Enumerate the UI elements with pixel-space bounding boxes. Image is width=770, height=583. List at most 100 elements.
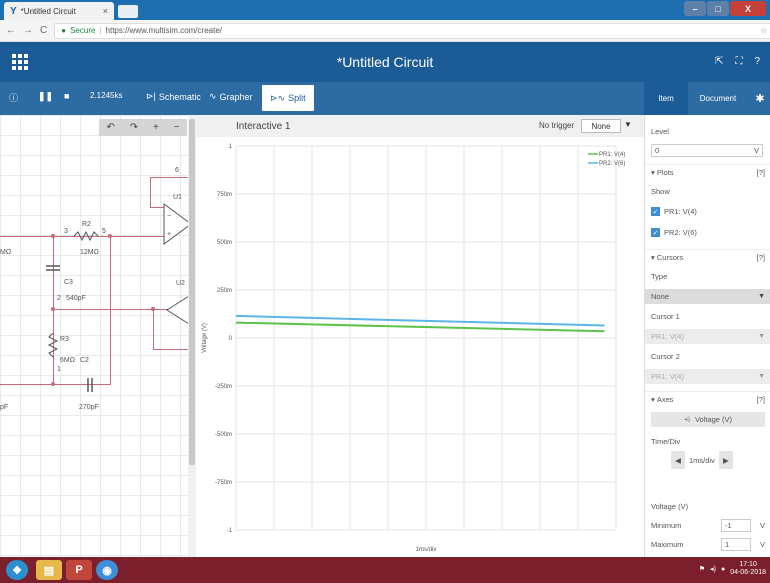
maximize-button[interactable]: □ <box>707 1 729 16</box>
reload-icon[interactable]: C <box>40 25 47 36</box>
split-icon: ⊳∿ <box>270 92 286 103</box>
axes-help[interactable]: [?] <box>757 395 765 404</box>
timediv-increase-button[interactable]: ▶ <box>718 451 733 469</box>
fullscreen-icon[interactable]: ⛶ <box>735 56 742 67</box>
capacitor-c3-symbol[interactable] <box>46 263 60 273</box>
schematic-tab-label: Schematic <box>158 91 201 102</box>
new-tab-button[interactable] <box>118 5 138 18</box>
plot1-checkbox[interactable]: ✓ PR1: V(4) <box>651 207 697 216</box>
circuit-title: *Untitled Circuit <box>336 54 434 70</box>
cursor1-label: Cursor 1 <box>651 312 680 321</box>
tab-item[interactable]: Item <box>644 82 688 115</box>
node-2-label: 2 <box>57 295 61 302</box>
schematic-tools: ↶ ↷ + − <box>99 119 187 136</box>
checkbox-checked-icon: ✓ <box>651 228 660 237</box>
help-icon[interactable]: ? <box>754 56 760 67</box>
axes-section[interactable]: ▾ Axes [?] <box>645 391 770 407</box>
schematic-icon: ⊳| <box>146 91 156 101</box>
timediv-decrease-button[interactable]: ◀ <box>671 451 685 469</box>
zoom-in-icon[interactable]: + <box>153 122 159 133</box>
window-controls: – □ X <box>684 1 766 16</box>
bookmark-star-icon[interactable]: ☆ <box>760 26 767 35</box>
y-axis-label: Voltage (V) <box>202 323 208 353</box>
chrome-icon[interactable]: ◉ <box>96 560 118 580</box>
resistor-r3-symbol[interactable] <box>47 333 59 359</box>
maximum-input[interactable]: 1 <box>721 538 751 551</box>
schematic-canvas[interactable]: ↶ ↷ + − − + 6 U1 U2 R2 3 5 12MΩ C3 2 540… <box>0 115 196 557</box>
schematic-tab[interactable]: ⊳| Schematic <box>146 91 201 102</box>
node-3-label: 3 <box>64 228 68 235</box>
cursors-help[interactable]: [?] <box>757 253 765 262</box>
cursor2-select[interactable]: PR1: V(4) ▼ <box>645 369 770 384</box>
edge-pf-label: pF <box>0 404 9 411</box>
minimum-row: Minimum -1 V <box>651 519 765 532</box>
plots-section[interactable]: ▾ Plots [?] <box>645 164 770 180</box>
cursor2-value: PR1: V(4) <box>651 372 684 381</box>
powerpoint-icon[interactable]: P <box>66 560 92 580</box>
edge-mq-label: MΩ <box>0 249 12 256</box>
capacitor-c2-symbol[interactable] <box>85 378 95 392</box>
grapher-tab[interactable]: ∿ Grapher <box>209 91 253 102</box>
clock[interactable]: 17:10 04-06-2018 <box>730 561 766 577</box>
plot2-checkbox[interactable]: ✓ PR2: V(6) <box>651 228 697 237</box>
node-1-label: 1 <box>57 366 61 373</box>
legend-label-1: PR1: V(4) <box>599 152 625 158</box>
tab-document[interactable]: Document <box>688 82 748 115</box>
stop-icon[interactable]: ■ <box>64 91 69 101</box>
cursor1-value: PR1: V(4) <box>651 332 684 341</box>
schematic-scrollbar[interactable] <box>188 115 196 557</box>
window-close-button[interactable]: X <box>730 1 766 16</box>
r2-label: R2 <box>82 221 91 228</box>
y-tick-label: -500m <box>215 432 232 438</box>
cursor-type-select[interactable]: None ▼ <box>645 289 770 304</box>
pause-icon[interactable]: ❚❚ <box>38 91 53 102</box>
chevron-down-icon: ▼ <box>758 333 765 340</box>
opamp-u2-symbol[interactable] <box>166 295 190 325</box>
start-button-icon[interactable]: ❖ <box>6 560 28 580</box>
svg-text:+: + <box>167 231 171 238</box>
scrollbar-thumb[interactable] <box>189 119 195 465</box>
node-6-label: 6 <box>175 167 179 174</box>
plot-area[interactable]: 1 750m 500m 250m 0 -250m -500m -750m -1 Voltage (… <box>196 115 644 557</box>
plots-label: Plots <box>656 168 674 177</box>
browser-tab[interactable]: Y *Untitled Circuit × <box>4 2 114 20</box>
r2-value: 12MΩ <box>80 249 99 256</box>
voltage-axis-button[interactable]: ⩤ Voltage (V) <box>651 412 765 427</box>
undo-icon[interactable]: ↶ <box>106 122 114 133</box>
network-icon[interactable]: ⚑ <box>699 565 705 573</box>
y-tick-label: 750m <box>217 192 232 198</box>
level-value: 0 <box>655 146 660 155</box>
minimize-button[interactable]: – <box>684 1 706 16</box>
timediv-label: Time/Div <box>651 437 681 446</box>
info-icon[interactable]: ⓘ <box>9 91 18 104</box>
plots-help[interactable]: [?] <box>757 168 765 177</box>
back-arrow-icon[interactable]: ← <box>6 25 16 36</box>
split-tab[interactable]: ⊳∿ Split <box>262 85 314 111</box>
clock-date: 04-06-2018 <box>730 569 766 576</box>
chevron-down-icon: ▼ <box>758 373 765 380</box>
graph-panel: Interactive 1 No trigger None ▼ 1 750m 500… <box>196 115 644 557</box>
zoom-out-icon[interactable]: − <box>174 122 180 133</box>
url-field[interactable]: ● Secure | https://www.multisim.com/crea… <box>54 22 770 39</box>
svg-text:−: − <box>167 213 171 220</box>
volume-icon[interactable]: ◂) <box>710 565 716 573</box>
cursors-section[interactable]: ▾ Cursors [?] <box>645 249 770 265</box>
forward-arrow-icon[interactable]: → <box>23 25 33 36</box>
url-text: https://www.multisim.com/create/ <box>105 26 222 35</box>
redo-icon[interactable]: ↷ <box>130 122 138 133</box>
checkbox-checked-icon: ✓ <box>651 207 660 216</box>
notification-icon[interactable]: ● <box>721 566 725 573</box>
axes-label: Axes <box>656 395 674 404</box>
cursor2-label: Cursor 2 <box>651 352 680 361</box>
share-icon[interactable]: ⇱ <box>715 56 723 67</box>
minimum-input[interactable]: -1 <box>721 519 751 532</box>
level-input[interactable]: 0 V <box>651 144 763 157</box>
tab-close-icon[interactable]: × <box>103 6 108 16</box>
item-properties-panel: Level 0 V ▾ Plots [?] Show ✓ PR1: V(4) ✓… <box>644 115 770 557</box>
timediv-value: 1ms/div <box>689 455 715 465</box>
show-label: Show <box>651 187 670 196</box>
cursor1-select[interactable]: PR1: V(4) ▼ <box>645 329 770 344</box>
gear-icon[interactable]: ✱ <box>752 82 768 115</box>
resistor-r2-symbol[interactable] <box>74 230 100 242</box>
file-explorer-icon[interactable]: ▤ <box>36 560 62 580</box>
